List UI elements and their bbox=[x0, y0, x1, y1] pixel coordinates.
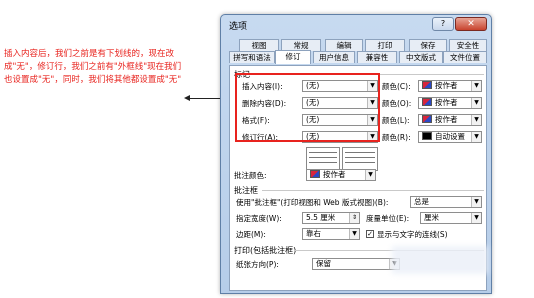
deletions-color-value: 按作者 bbox=[435, 98, 458, 107]
measure-unit-label: 度量单位(E): bbox=[366, 214, 410, 223]
show-lines-checkbox[interactable]: ✓ bbox=[366, 230, 374, 238]
tab-security[interactable]: 安全性 bbox=[449, 39, 487, 51]
dialog-title: 选项 bbox=[229, 22, 248, 32]
chevron-down-icon: ▼ bbox=[471, 197, 481, 207]
chevron-down-icon: ▼ bbox=[471, 132, 481, 142]
tab-strip: 视图 常规 编辑 打印 保存 安全性 拼写和语法 修订 用户信息 兼容性 中文版… bbox=[229, 39, 487, 65]
tab-view[interactable]: 视图 bbox=[239, 39, 279, 51]
measure-unit-value: 厘米 bbox=[424, 213, 439, 222]
author-color-swatch-icon bbox=[310, 170, 320, 178]
tab-save[interactable]: 保存 bbox=[409, 39, 447, 51]
use-balloons-label: 使用"批注框"(打印视图和 Web 版式视图)(B): bbox=[236, 198, 389, 207]
balloon-width-input[interactable]: 5.5 厘米 ⇕ bbox=[302, 212, 360, 224]
tab-file-locations[interactable]: 文件位置 bbox=[443, 51, 487, 63]
tab-compatibility[interactable]: 兼容性 bbox=[357, 51, 397, 63]
author-color-swatch-icon bbox=[422, 115, 432, 123]
balloon-width-label: 指定宽度(W): bbox=[236, 214, 282, 223]
deletions-color-label: 颜色(O): bbox=[382, 99, 412, 108]
formatting-color-select[interactable]: 按作者 ▼ bbox=[418, 114, 482, 126]
markup-preview-left bbox=[306, 147, 340, 171]
balloon-width-value: 5.5 厘米 bbox=[306, 213, 336, 222]
changed-lines-color-value: 自动设置 bbox=[435, 132, 465, 141]
chevron-down-icon: ▼ bbox=[471, 115, 481, 125]
use-balloons-select[interactable]: 总是 ▼ bbox=[410, 196, 482, 208]
tab-asian-typography[interactable]: 中文版式 bbox=[399, 51, 443, 63]
chevron-down-icon: ▼ bbox=[471, 213, 481, 223]
auto-color-swatch-icon bbox=[422, 132, 432, 140]
insertions-color-label: 颜色(C): bbox=[382, 82, 411, 91]
highlight-box bbox=[235, 73, 380, 142]
insertions-color-value: 按作者 bbox=[435, 81, 458, 90]
close-button[interactable]: ✕ bbox=[455, 17, 487, 31]
formatting-color-value: 按作者 bbox=[435, 115, 458, 124]
preview-line bbox=[309, 157, 337, 158]
tab-spelling-grammar[interactable]: 拼写和语法 bbox=[229, 51, 275, 63]
preview-line bbox=[345, 157, 375, 158]
chevron-down-icon: ▼ bbox=[349, 229, 359, 239]
use-balloons-value: 总是 bbox=[414, 197, 429, 206]
comment-color-select[interactable]: 按作者 ▼ bbox=[306, 169, 376, 181]
annotation-arrow-head bbox=[184, 95, 190, 101]
markup-preview-right bbox=[342, 147, 378, 171]
chevron-down-icon: ▼ bbox=[365, 170, 375, 180]
author-color-swatch-icon bbox=[422, 98, 432, 106]
tab-print[interactable]: 打印 bbox=[365, 39, 405, 51]
deletions-color-select[interactable]: 按作者 ▼ bbox=[418, 97, 482, 109]
preview-line bbox=[309, 152, 337, 153]
dialog-titlebar: 选项 ? ✕ bbox=[221, 15, 491, 35]
comment-color-value: 按作者 bbox=[323, 170, 346, 179]
measure-unit-select[interactable]: 厘米 ▼ bbox=[420, 212, 482, 224]
preview-line bbox=[345, 162, 375, 163]
preview-line bbox=[309, 162, 337, 163]
instruction-annotation: 插入内容后，我们之前是有下划线的，现在改成"无"，修订行，我们之前有"外框线"现… bbox=[4, 49, 182, 85]
show-lines-label: 显示与文字的连线(S) bbox=[377, 230, 448, 239]
margin-value: 靠右 bbox=[306, 229, 321, 238]
spinner-icon[interactable]: ⇕ bbox=[349, 213, 359, 223]
tab-track-changes[interactable]: 修订 bbox=[275, 50, 311, 64]
watermark-blur bbox=[392, 246, 488, 274]
paper-orientation-select[interactable]: 保留▼ bbox=[312, 258, 400, 270]
tab-user-info[interactable]: 用户信息 bbox=[313, 51, 355, 63]
paper-orientation-value: 保留 bbox=[316, 259, 331, 268]
comment-color-label: 批注颜色: bbox=[234, 171, 267, 180]
insertions-color-select[interactable]: 按作者 ▼ bbox=[418, 80, 482, 92]
author-color-swatch-icon bbox=[422, 81, 432, 89]
balloons-group-title: 批注框 bbox=[234, 186, 258, 195]
preview-line bbox=[345, 152, 375, 153]
help-button[interactable]: ? bbox=[432, 17, 454, 31]
margin-label: 边距(M): bbox=[236, 230, 266, 239]
printing-group-title: 打印(包括批注框) bbox=[234, 246, 297, 255]
formatting-color-label: 颜色(L): bbox=[382, 116, 410, 125]
paper-orientation-label: 纸张方向(P): bbox=[236, 260, 279, 269]
chevron-down-icon: ▼ bbox=[471, 98, 481, 108]
chevron-down-icon: ▼ bbox=[471, 81, 481, 91]
balloons-separator bbox=[262, 190, 484, 191]
tab-edit[interactable]: 编辑 bbox=[325, 39, 363, 51]
margin-select[interactable]: 靠右 ▼ bbox=[302, 228, 360, 240]
changed-lines-color-select[interactable]: 自动设置 ▼ bbox=[418, 131, 482, 143]
changed-lines-color-label: 颜色(R): bbox=[382, 133, 411, 142]
